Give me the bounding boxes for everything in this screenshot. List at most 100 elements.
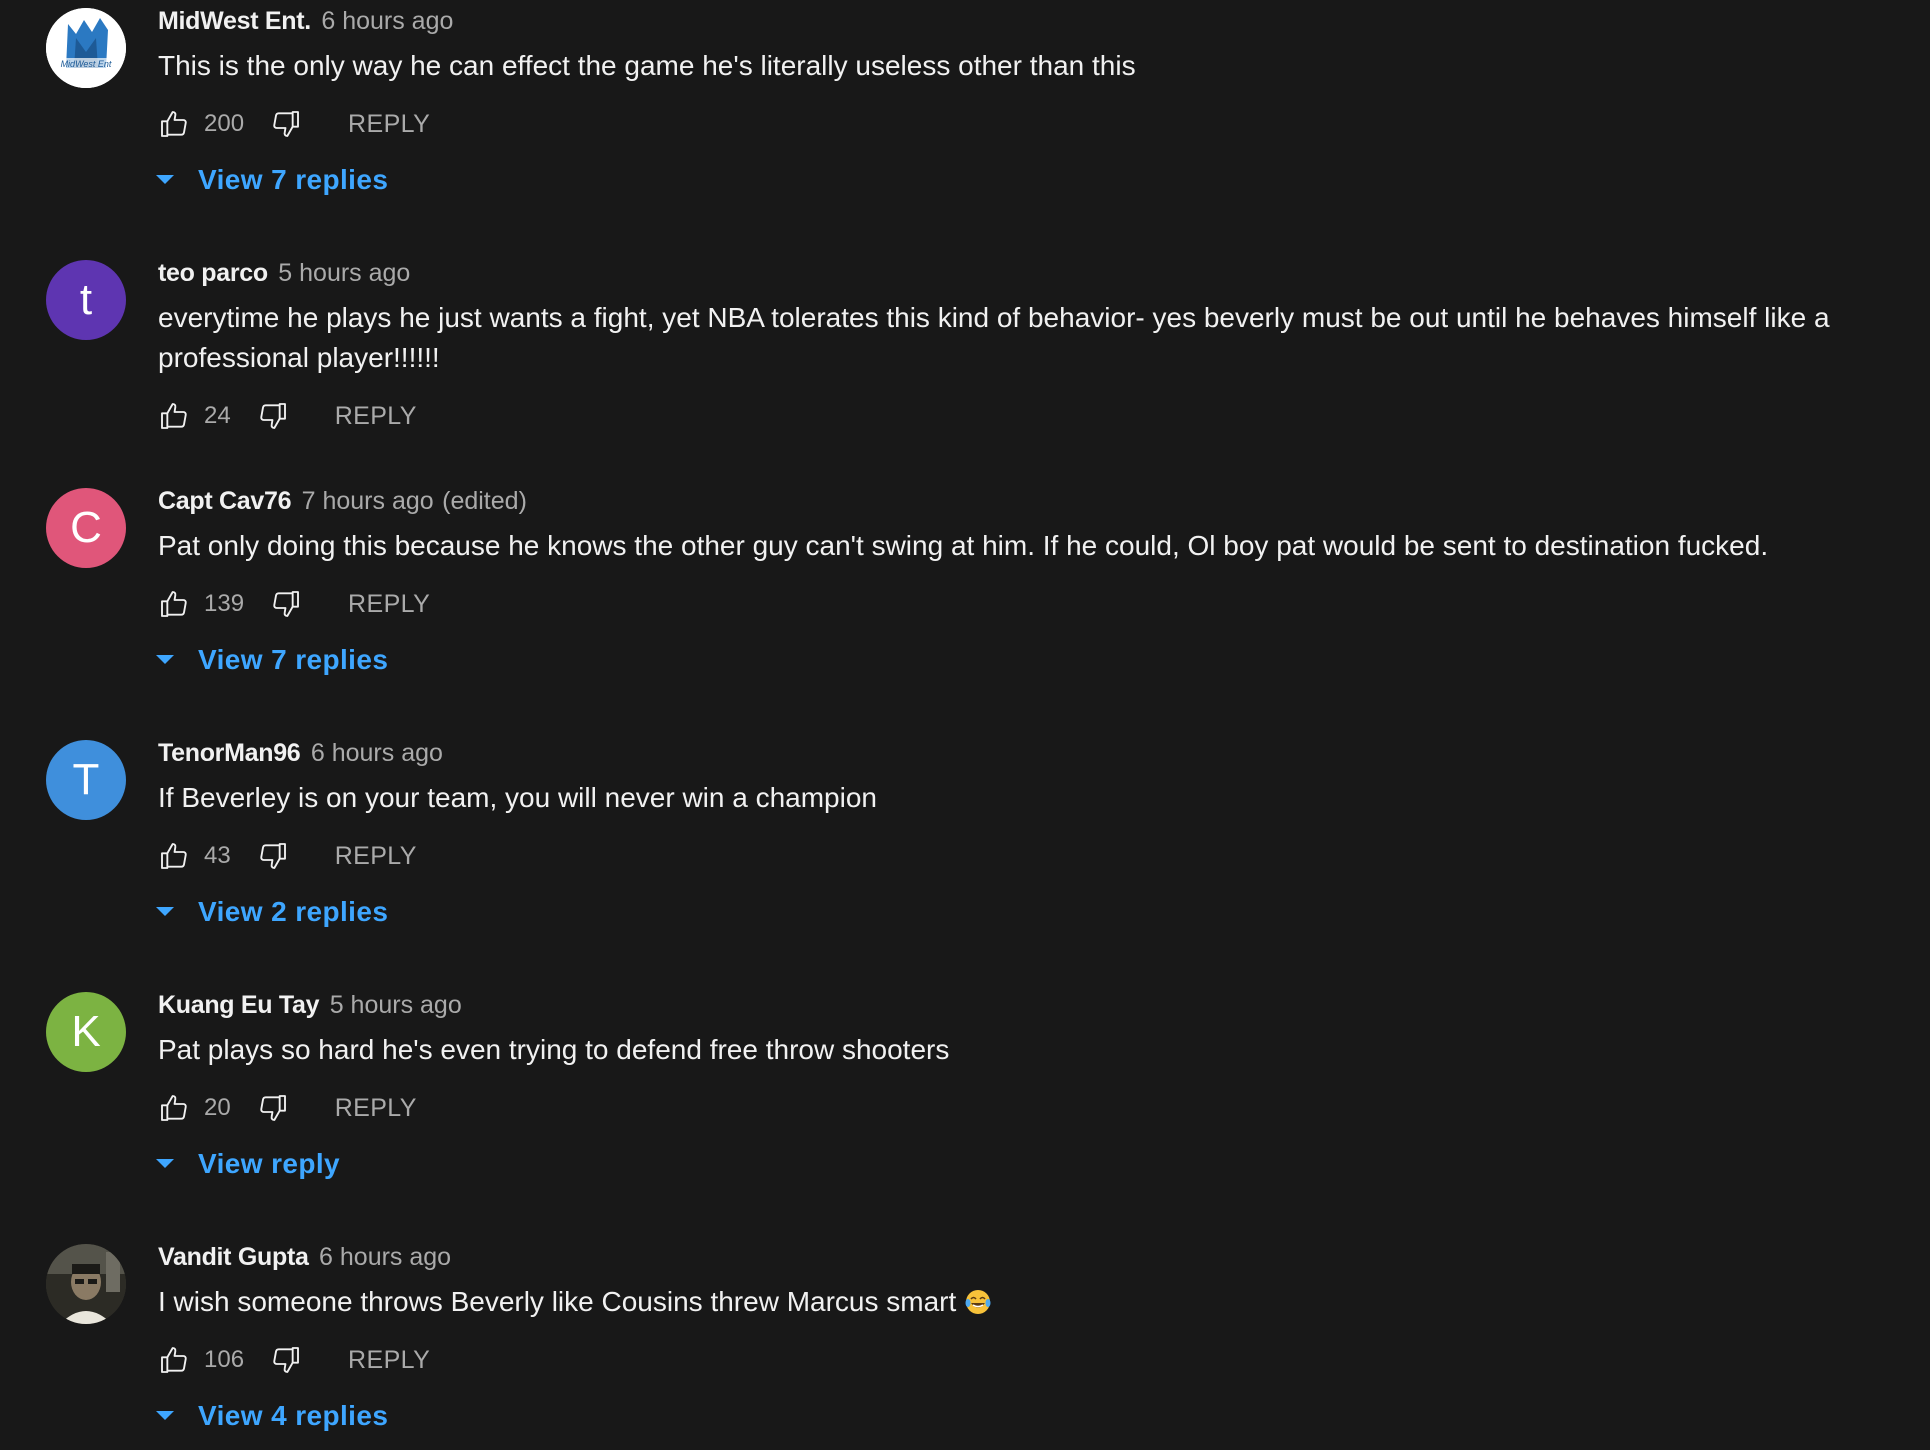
reply-button[interactable]: REPLY: [335, 842, 417, 871]
laughing-tears-emoji-icon: [965, 1290, 991, 1314]
midwest-ent-logo-icon: MidWest Ent: [46, 8, 126, 88]
avatar[interactable]: C: [46, 488, 126, 568]
thumbs-up-icon: [161, 403, 187, 429]
thumbs-down-icon: [273, 111, 299, 137]
avatar[interactable]: K: [46, 992, 126, 1072]
comment-header: teo parco 5 hours ago: [158, 256, 1890, 290]
dislike-button[interactable]: [257, 400, 289, 432]
caret-down-icon: [156, 907, 174, 916]
thumbs-down-icon: [259, 1095, 286, 1121]
dislike-button[interactable]: [257, 840, 289, 872]
caret-down-icon: [156, 655, 174, 664]
like-button[interactable]: [158, 1092, 190, 1124]
view-replies-label: View 4 replies: [198, 1400, 389, 1431]
thumbs-down-icon: [273, 591, 299, 617]
like-button[interactable]: [158, 400, 190, 432]
dislike-button[interactable]: [257, 1092, 289, 1124]
comment-actions: 43 REPLY: [158, 836, 1890, 876]
author-name[interactable]: Kuang Eu Tay: [158, 991, 320, 1019]
avatar-letter: T: [72, 755, 100, 804]
like-button[interactable]: [158, 588, 190, 620]
author-name[interactable]: Vandit Gupta: [158, 1243, 309, 1271]
like-count: 43: [204, 842, 231, 869]
avatar-letter: C: [70, 503, 102, 552]
like-count: 200: [204, 110, 245, 137]
comment-header: Vandit Gupta 6 hours ago: [158, 1240, 1890, 1274]
comment-text: everytime he plays he just wants a fight…: [158, 302, 1830, 373]
avatar-letter: t: [79, 275, 93, 324]
user-photo-icon: [46, 1244, 126, 1324]
like-count: 139: [204, 590, 245, 617]
thumbs-up-icon: [161, 1095, 187, 1121]
like-button[interactable]: [158, 1344, 190, 1376]
view-replies-button[interactable]: View 7 replies: [154, 640, 1890, 680]
thumbs-up-icon: [161, 591, 187, 617]
author-name[interactable]: teo parco: [158, 259, 268, 287]
view-replies-label: View 7 replies: [198, 164, 389, 195]
author-name[interactable]: MidWest Ent.: [158, 7, 311, 35]
avatar[interactable]: [46, 1244, 126, 1324]
comment-header: Capt Cav76 7 hours ago (edited): [158, 484, 1890, 518]
reply-button[interactable]: REPLY: [348, 590, 430, 619]
comment-time[interactable]: 6 hours ago: [311, 739, 443, 767]
like-count: 24: [204, 402, 231, 429]
comment-time[interactable]: 6 hours ago: [321, 7, 453, 35]
comment-text: Pat plays so hard he's even trying to de…: [158, 1034, 950, 1065]
view-replies-button[interactable]: View 4 replies: [154, 1396, 1890, 1436]
author-name[interactable]: Capt Cav76: [158, 487, 291, 515]
comment-body: Kuang Eu Tay 5 hours ago Pat plays so ha…: [156, 988, 1890, 1184]
view-replies-label: View reply: [198, 1148, 341, 1179]
comment-text: Pat only doing this because he knows the…: [158, 530, 1769, 561]
thumbs-down-icon: [273, 1347, 299, 1373]
view-replies-label: View 2 replies: [198, 896, 389, 927]
comment-time[interactable]: 6 hours ago: [319, 1243, 451, 1271]
thumbs-down-icon: [259, 843, 286, 869]
comment-body: Vandit Gupta 6 hours ago I wish someone …: [156, 1240, 1890, 1436]
dislike-button[interactable]: [270, 588, 302, 620]
like-button[interactable]: [158, 108, 190, 140]
reply-button[interactable]: REPLY: [348, 110, 430, 139]
avatar[interactable]: T: [46, 740, 126, 820]
thumbs-up-icon: [161, 1347, 187, 1373]
view-replies-button[interactable]: View 2 replies: [154, 892, 1890, 932]
reply-button[interactable]: REPLY: [335, 1094, 417, 1123]
comment-body: Capt Cav76 7 hours ago (edited) Pat only…: [156, 484, 1890, 680]
like-count: 106: [204, 1346, 245, 1373]
comment-time[interactable]: 5 hours ago: [330, 991, 462, 1019]
dislike-button[interactable]: [270, 1344, 302, 1376]
comment-time[interactable]: 7 hours ago: [302, 487, 434, 515]
comment-text: If Beverley is on your team, you will ne…: [158, 782, 877, 813]
like-count: 20: [204, 1094, 231, 1121]
caret-down-icon: [156, 175, 174, 184]
view-replies-label: View 7 replies: [198, 644, 389, 675]
view-replies-button[interactable]: View reply: [154, 1144, 1890, 1184]
comment-text: I wish someone throws Beverly like Cousi…: [158, 1282, 1858, 1322]
like-button[interactable]: [158, 840, 190, 872]
dislike-button[interactable]: [270, 108, 302, 140]
reply-button[interactable]: REPLY: [335, 402, 417, 431]
comment-body: teo parco 5 hours ago everytime he plays…: [158, 256, 1890, 436]
caret-down-icon: [156, 1411, 174, 1420]
comment-time[interactable]: 5 hours ago: [278, 259, 410, 287]
thumbs-up-icon: [161, 111, 187, 137]
comment-actions: 106 REPLY: [158, 1340, 1890, 1380]
comment-header: Kuang Eu Tay 5 hours ago: [158, 988, 1890, 1022]
caret-down-icon: [156, 1159, 174, 1168]
thumbs-down-icon: [259, 403, 286, 429]
view-replies-button[interactable]: View 7 replies: [154, 160, 1890, 200]
reply-button[interactable]: REPLY: [348, 1346, 430, 1375]
thumbs-up-icon: [161, 843, 187, 869]
svg-text:MidWest Ent: MidWest Ent: [61, 59, 112, 69]
comment-body: TenorMan96 6 hours ago If Beverley is on…: [156, 736, 1890, 932]
comment-actions: 24 REPLY: [158, 396, 1890, 436]
comment-header: TenorMan96 6 hours ago: [158, 736, 1890, 770]
avatar[interactable]: t: [46, 260, 126, 340]
avatar[interactable]: MidWest Ent: [46, 8, 126, 88]
author-name[interactable]: TenorMan96: [158, 739, 301, 767]
comment-header: MidWest Ent. 6 hours ago: [158, 4, 1890, 38]
comment-actions: 200 REPLY: [158, 104, 1890, 144]
edited-label: (edited): [442, 487, 527, 515]
comment-text: This is the only way he can effect the g…: [158, 50, 1136, 81]
comment-actions: 20 REPLY: [158, 1088, 1890, 1128]
comment-actions: 139 REPLY: [158, 584, 1890, 624]
